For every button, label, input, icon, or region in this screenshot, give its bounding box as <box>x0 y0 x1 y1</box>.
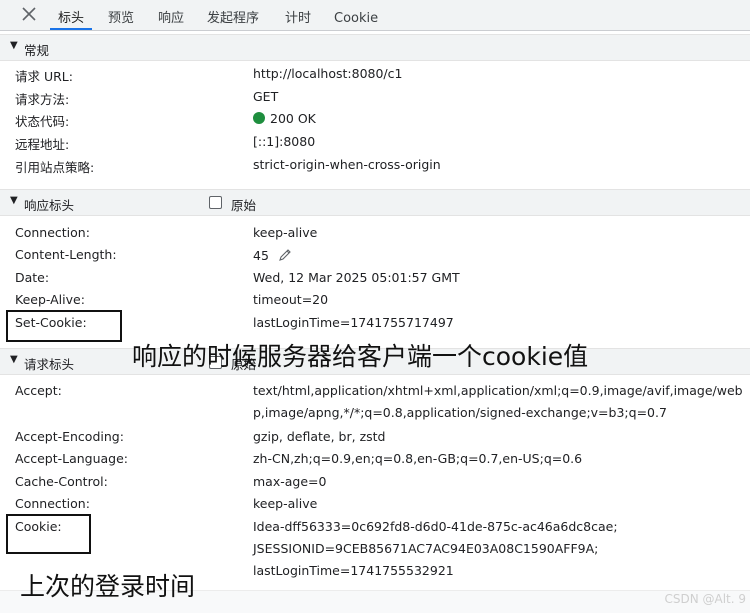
header-value[interactable]: Wed, 12 Mar 2025 05:01:57 GMT <box>253 270 460 285</box>
header-value[interactable]: keep-alive <box>253 496 317 511</box>
referrer-policy-value[interactable]: strict-origin-when-cross-origin <box>253 157 441 172</box>
header-key: Accept-Language: <box>15 451 129 466</box>
request-url-value[interactable]: http://localhost:8080/c1 <box>253 66 402 81</box>
general-row: 请求方法: GET <box>0 89 750 111</box>
expand-triangle-icon: ▼ <box>10 195 18 206</box>
referrer-policy-key: 引用站点策略: <box>15 160 95 175</box>
expand-triangle-icon: ▼ <box>10 354 18 365</box>
tab-preview[interactable]: 预览 <box>108 0 134 30</box>
header-key: Keep-Alive: <box>15 292 85 307</box>
response-annotation: 响应的时候服务器给客户端一个cookie值 <box>132 342 589 371</box>
status-dot-icon <box>253 112 265 124</box>
response-header-row: Date: Wed, 12 Mar 2025 05:01:57 GMT <box>0 270 750 292</box>
remote-address-key: 远程地址: <box>15 137 70 152</box>
header-value[interactable]: timeout=20 <box>253 292 328 307</box>
header-value[interactable]: gzip, deflate, br, zstd <box>253 429 385 444</box>
tab-cookie[interactable]: Cookie <box>334 0 378 30</box>
set-cookie-value[interactable]: lastLoginTime=1741755717497 <box>253 315 454 330</box>
request-header-row: Accept: text/html,application/xhtml+xml,… <box>0 383 750 429</box>
raw-checkbox-label[interactable]: 原始 <box>231 195 256 214</box>
cookie-line: Idea-dff56333=0c692fd8-d6d0-41de-875c-ac… <box>253 519 618 534</box>
general-section-title: 常规 <box>24 43 50 58</box>
response-header-row: Content-Length: 45 <box>0 247 750 269</box>
response-headers-title: 响应标头 <box>24 198 75 213</box>
close-icon[interactable] <box>18 3 40 25</box>
general-section-header[interactable]: ▼ 常规 <box>0 34 750 61</box>
set-cookie-highlight-box <box>6 310 122 342</box>
response-headers-section-header[interactable]: ▼ 响应标头 原始 <box>0 189 750 216</box>
content-length-value: 45 <box>253 248 269 263</box>
devtools-tab-bar: 标头 预览 响应 发起程序 计时 Cookie <box>0 0 750 31</box>
tab-timing[interactable]: 计时 <box>285 0 311 30</box>
request-header-row: Accept-Language: zh-CN,zh;q=0.9,en;q=0.8… <box>0 451 750 473</box>
cookie-line: lastLoginTime=1741755532921 <box>253 563 454 578</box>
edit-pencil-icon[interactable] <box>277 247 293 263</box>
general-row: 引用站点策略: strict-origin-when-cross-origin <box>0 157 750 179</box>
header-value[interactable]: max-age=0 <box>253 474 326 489</box>
cookie-highlight-box <box>6 514 91 554</box>
status-code-text: 200 OK <box>270 111 316 126</box>
header-key: Accept-Encoding: <box>15 429 124 444</box>
request-method-key: 请求方法: <box>15 92 70 107</box>
header-value[interactable]: 45 <box>253 247 293 263</box>
request-method-value[interactable]: GET <box>253 89 278 104</box>
request-header-row: Connection: keep-alive <box>0 496 750 518</box>
watermark: CSDN @Alt. 9 <box>664 592 746 606</box>
expand-triangle-icon: ▼ <box>10 40 18 51</box>
raw-checkbox[interactable] <box>209 196 222 209</box>
header-key: Content-Length: <box>15 247 117 262</box>
header-key: Connection: <box>15 496 90 511</box>
request-annotation: 上次的登录时间 <box>20 572 196 601</box>
general-row: 远程地址: [::1]:8080 <box>0 134 750 156</box>
request-header-row: Cache-Control: max-age=0 <box>0 474 750 496</box>
general-row: 状态代码: 200 OK <box>0 111 750 133</box>
response-header-row: Connection: keep-alive <box>0 225 750 247</box>
header-key: Accept: <box>15 383 62 398</box>
cookie-value[interactable]: Idea-dff56333=0c692fd8-d6d0-41de-875c-ac… <box>253 516 745 582</box>
general-row: 请求 URL: http://localhost:8080/c1 <box>0 66 750 88</box>
status-code-value[interactable]: 200 OK <box>253 111 316 126</box>
status-code-key: 状态代码: <box>15 114 70 129</box>
request-headers-title: 请求标头 <box>24 357 75 372</box>
header-value[interactable]: keep-alive <box>253 225 317 240</box>
request-url-key: 请求 URL: <box>15 69 73 84</box>
remote-address-value[interactable]: [::1]:8080 <box>253 134 315 149</box>
tab-initiator[interactable]: 发起程序 <box>207 0 259 30</box>
request-header-row: Accept-Encoding: gzip, deflate, br, zstd <box>0 429 750 451</box>
header-key: Cache-Control: <box>15 474 108 489</box>
header-key: Connection: <box>15 225 90 240</box>
tab-headers[interactable]: 标头 <box>50 0 93 30</box>
header-key: Date: <box>15 270 50 285</box>
tab-response[interactable]: 响应 <box>158 0 184 30</box>
cookie-line: JSESSIONID=9CEB85671AC7AC94E03A08C1590AF… <box>253 541 599 556</box>
accept-value[interactable]: text/html,application/xhtml+xml,applicat… <box>253 380 745 424</box>
header-value[interactable]: zh-CN,zh;q=0.9,en;q=0.8,en-GB;q=0.7,en-U… <box>253 451 582 466</box>
